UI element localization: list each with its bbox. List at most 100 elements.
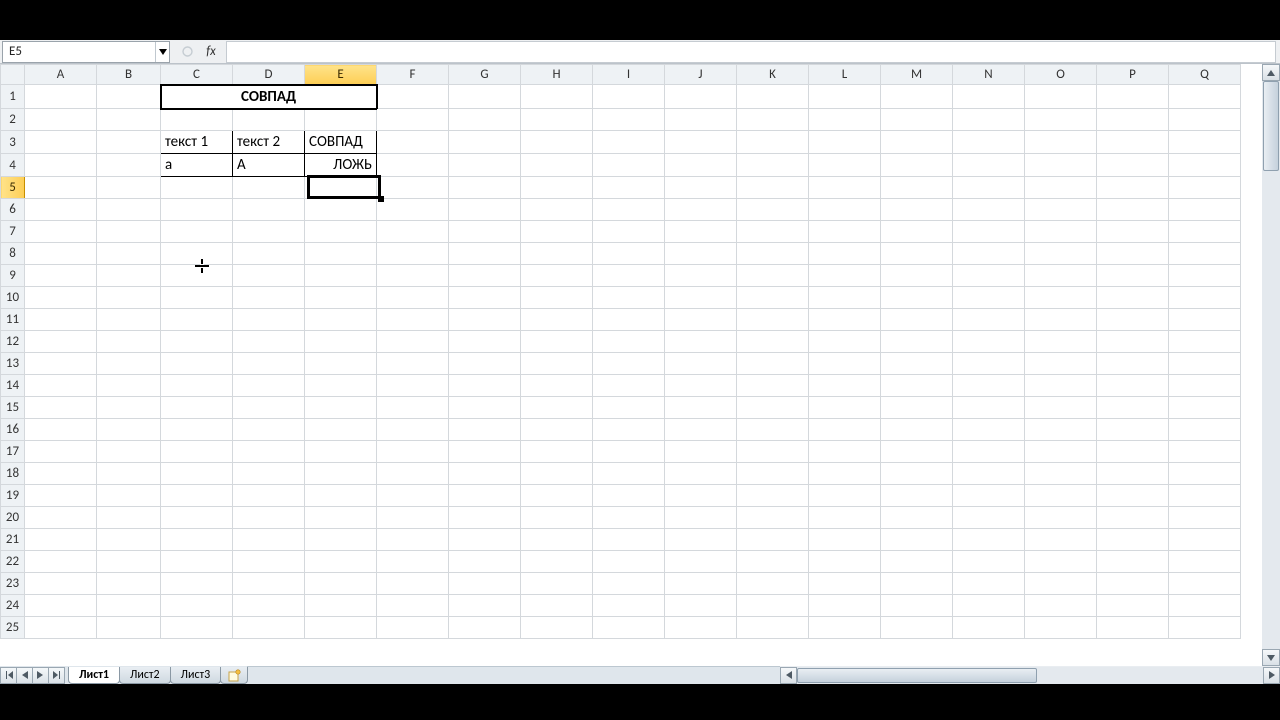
cell[interactable] <box>1025 154 1097 177</box>
cell[interactable] <box>665 529 737 551</box>
cell[interactable] <box>665 287 737 309</box>
cell[interactable] <box>593 419 665 441</box>
row-header[interactable]: 11 <box>1 309 25 331</box>
cell[interactable] <box>305 221 377 243</box>
cell[interactable] <box>1025 617 1097 639</box>
column-header[interactable]: G <box>449 65 521 85</box>
cell[interactable] <box>97 85 161 109</box>
cell[interactable] <box>737 463 809 485</box>
cell[interactable] <box>809 617 881 639</box>
cell[interactable] <box>521 463 593 485</box>
cell[interactable] <box>809 463 881 485</box>
cell[interactable] <box>1097 243 1169 265</box>
cell[interactable] <box>1025 109 1097 131</box>
cell[interactable] <box>25 617 97 639</box>
cell[interactable] <box>233 529 305 551</box>
cell[interactable] <box>1025 419 1097 441</box>
cell[interactable] <box>305 397 377 419</box>
cell[interactable] <box>305 485 377 507</box>
row-header[interactable]: 18 <box>1 463 25 485</box>
cell[interactable] <box>377 85 449 109</box>
cell[interactable] <box>953 463 1025 485</box>
cell[interactable] <box>161 287 233 309</box>
cell[interactable] <box>953 154 1025 177</box>
cell[interactable] <box>881 177 953 199</box>
cell[interactable] <box>953 177 1025 199</box>
cell[interactable] <box>377 617 449 639</box>
cell[interactable] <box>521 154 593 177</box>
cell[interactable] <box>377 397 449 419</box>
cell[interactable] <box>593 131 665 154</box>
cell[interactable] <box>305 441 377 463</box>
cell[interactable] <box>881 199 953 221</box>
cell[interactable] <box>449 154 521 177</box>
cell[interactable] <box>1097 375 1169 397</box>
cell[interactable] <box>809 529 881 551</box>
cell[interactable] <box>737 507 809 529</box>
cell[interactable] <box>1025 177 1097 199</box>
cell[interactable] <box>593 109 665 131</box>
cell[interactable] <box>25 309 97 331</box>
row-header[interactable]: 22 <box>1 551 25 573</box>
sheet-tab[interactable]: Лист2 <box>119 667 171 684</box>
column-header[interactable]: E <box>305 65 377 85</box>
cell[interactable] <box>233 199 305 221</box>
cell[interactable] <box>593 154 665 177</box>
cell[interactable] <box>881 85 953 109</box>
cell[interactable] <box>809 331 881 353</box>
table-data-cell[interactable]: а <box>161 154 233 177</box>
cell[interactable] <box>809 573 881 595</box>
cell[interactable] <box>737 243 809 265</box>
cell[interactable] <box>521 353 593 375</box>
cell[interactable] <box>521 375 593 397</box>
cell[interactable] <box>521 397 593 419</box>
cell[interactable] <box>521 441 593 463</box>
row-header[interactable]: 12 <box>1 331 25 353</box>
cell[interactable] <box>1025 529 1097 551</box>
cell[interactable] <box>593 375 665 397</box>
cell[interactable] <box>737 529 809 551</box>
cell[interactable] <box>953 287 1025 309</box>
cell[interactable] <box>161 375 233 397</box>
cell[interactable] <box>809 419 881 441</box>
cell[interactable] <box>1169 353 1241 375</box>
cell[interactable] <box>305 331 377 353</box>
cell[interactable] <box>881 287 953 309</box>
cell[interactable] <box>881 375 953 397</box>
cell[interactable] <box>1169 595 1241 617</box>
cell[interactable] <box>953 529 1025 551</box>
cell[interactable] <box>97 419 161 441</box>
cell[interactable] <box>449 109 521 131</box>
cell[interactable] <box>161 573 233 595</box>
cell[interactable] <box>377 243 449 265</box>
cell[interactable] <box>25 199 97 221</box>
cell[interactable] <box>881 243 953 265</box>
name-box-dropdown[interactable] <box>155 42 169 62</box>
cell[interactable] <box>1025 595 1097 617</box>
cell[interactable] <box>737 397 809 419</box>
cell[interactable] <box>1097 441 1169 463</box>
cell[interactable] <box>665 397 737 419</box>
cell[interactable] <box>305 617 377 639</box>
cell[interactable] <box>809 595 881 617</box>
scroll-down-button[interactable] <box>1262 649 1280 666</box>
formula-input[interactable] <box>226 41 1276 63</box>
cell[interactable] <box>161 221 233 243</box>
row-header[interactable]: 19 <box>1 485 25 507</box>
cell[interactable] <box>305 177 377 199</box>
cell[interactable] <box>593 221 665 243</box>
cell[interactable] <box>665 131 737 154</box>
cell[interactable] <box>233 177 305 199</box>
cell[interactable] <box>25 529 97 551</box>
cell[interactable] <box>97 199 161 221</box>
column-header[interactable]: P <box>1097 65 1169 85</box>
cell[interactable] <box>953 573 1025 595</box>
vertical-scroll-track[interactable] <box>1262 81 1280 649</box>
cell[interactable] <box>521 177 593 199</box>
column-header[interactable]: C <box>161 65 233 85</box>
cell[interactable] <box>97 177 161 199</box>
cell[interactable] <box>809 109 881 131</box>
cell[interactable] <box>593 463 665 485</box>
vertical-scroll-thumb[interactable] <box>1263 81 1279 171</box>
cell[interactable] <box>305 109 377 131</box>
